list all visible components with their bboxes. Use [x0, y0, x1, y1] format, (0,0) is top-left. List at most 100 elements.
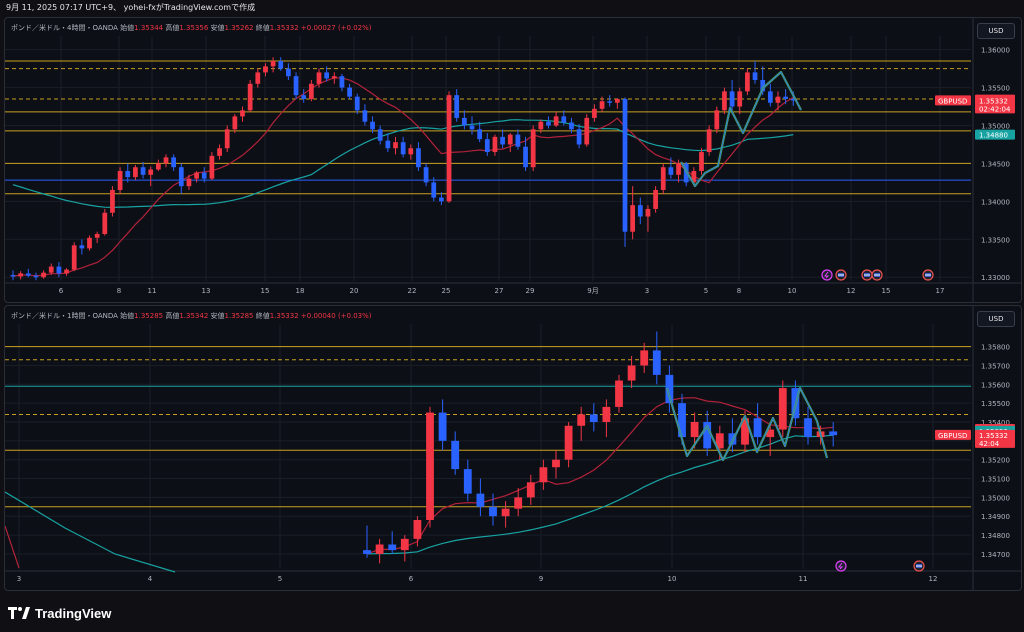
chart-panel-1h[interactable]: 1.358001.357001.356001.355001.354001.353…: [4, 305, 1022, 591]
x-tick-label: 15: [261, 287, 270, 295]
candle-body: [316, 72, 322, 84]
x-tick-label: 10: [668, 575, 677, 583]
candle-body: [18, 273, 24, 277]
candle-body: [615, 380, 623, 407]
moving-average-fast: [12, 77, 794, 277]
chart-4h-canvas[interactable]: 1.36000 1.35500 1.35000 1.34500 1.34000 1.335…: [5, 18, 1021, 302]
x-tick-label: 8: [737, 287, 741, 295]
y-tick-label: 1.36000: [981, 47, 1010, 55]
candle-body: [416, 148, 421, 168]
candle-body: [438, 412, 447, 441]
candle-body: [293, 76, 299, 96]
chart-legend: ポンド／米ドル・1時間・OANDA 始値1.35285 高値1.35342 安値…: [11, 311, 372, 321]
x-tick-label: 4: [148, 575, 153, 583]
candle-body: [140, 167, 146, 175]
chart-legend: ポンド／米ドル・4時間・OANDA 始値1.35344 高値1.35356 安値…: [11, 23, 372, 33]
candle-body: [622, 98, 628, 232]
candle-body: [507, 134, 513, 145]
candle-body: [576, 129, 582, 145]
candle-body: [463, 469, 472, 494]
candle-body: [553, 116, 559, 126]
y-tick-label: 1.34500: [981, 160, 1010, 168]
candle-body: [48, 266, 54, 273]
candle-body: [426, 412, 434, 520]
candle-body: [393, 142, 398, 149]
candle-body: [25, 273, 31, 276]
x-tick-label: 11: [799, 575, 808, 583]
chart-export-header: 9月 11, 2025 07:17 UTC+9、 yohei-fxがTradin…: [6, 3, 256, 12]
currency-button[interactable]: USD: [977, 311, 1015, 327]
moving-average-fast: [366, 397, 834, 555]
candle-body: [102, 212, 108, 234]
candle-body: [645, 208, 651, 217]
candle-body: [217, 148, 222, 156]
economic-event-icon: [835, 560, 847, 572]
legend-open-label: 始値: [120, 312, 135, 320]
candle-body: [148, 169, 154, 175]
y-tick-label: 1.35500: [981, 85, 1010, 93]
candle-body: [592, 108, 597, 118]
legend-close-label: 終値: [255, 24, 270, 32]
candle-body: [714, 110, 720, 130]
candle-body: [699, 152, 704, 172]
x-tick-label: 10: [788, 287, 797, 295]
candle-body: [194, 172, 199, 179]
candle-body: [652, 350, 661, 375]
candle-body: [400, 142, 406, 155]
candle-body: [110, 189, 115, 213]
candle-body: [577, 414, 586, 426]
x-tick-label: 20: [350, 287, 359, 295]
x-tick-label: 13: [202, 287, 211, 295]
candle-body: [564, 425, 573, 460]
candle-body: [752, 72, 758, 80]
candle-body: [278, 61, 284, 69]
candle-body: [41, 272, 46, 278]
candle-body: [492, 136, 498, 153]
legend-open: 1.35285: [134, 312, 164, 320]
legend-high-label: 高値: [165, 24, 180, 32]
y-tick-label: 1.35200: [981, 457, 1010, 465]
price-label: 1.34880: [979, 132, 1008, 140]
candle-body: [561, 116, 567, 123]
legend-high: 1.35342: [179, 312, 209, 320]
x-tick-label: 11: [148, 287, 157, 295]
currency-button[interactable]: USD: [977, 23, 1015, 39]
candle-body: [385, 140, 391, 149]
candle-body: [477, 129, 483, 140]
legend-low: 1.35285: [224, 312, 254, 320]
candle-body: [71, 245, 77, 270]
candle-body: [375, 544, 384, 554]
legend-low-label: 安値: [210, 24, 225, 32]
tradingview-logo: TradingView: [8, 604, 111, 622]
candle-body: [171, 157, 177, 168]
candle-body: [753, 418, 762, 438]
candle-body: [653, 189, 658, 209]
legend-open: 1.35344: [134, 24, 164, 32]
candle-body: [778, 388, 787, 430]
candle-body: [408, 148, 414, 155]
x-tick-label: 17: [936, 287, 945, 295]
x-tick-label: 9月: [587, 287, 598, 295]
chart-1h-canvas[interactable]: 1.358001.357001.356001.355001.354001.353…: [5, 306, 1021, 590]
candle-body: [627, 365, 636, 381]
legend-change: +0.00027 (+0.02%): [300, 24, 372, 32]
y-tick-label: 1.33000: [981, 274, 1010, 282]
y-tick-label: 1.35800: [981, 344, 1010, 352]
x-tick-label: 5: [704, 287, 708, 295]
candle-body: [347, 87, 352, 97]
x-tick-label: 27: [495, 287, 504, 295]
candle-body: [451, 440, 460, 470]
candle-body: [676, 163, 681, 175]
candle-body: [668, 167, 674, 175]
chart-panel-4h[interactable]: 1.36000 1.35500 1.35000 1.34500 1.34000 1.335…: [4, 17, 1022, 303]
candle-body: [767, 91, 773, 103]
candle-body: [331, 76, 337, 79]
candle-body: [308, 83, 314, 99]
candle-body: [804, 418, 812, 438]
x-tick-label: 3: [17, 575, 21, 583]
y-tick-label: 1.35000: [981, 494, 1010, 502]
y-tick-label: 1.35600: [981, 381, 1010, 389]
candle-body: [201, 172, 207, 179]
tradingview-logo-icon: [8, 607, 30, 619]
candle-body: [377, 129, 383, 141]
